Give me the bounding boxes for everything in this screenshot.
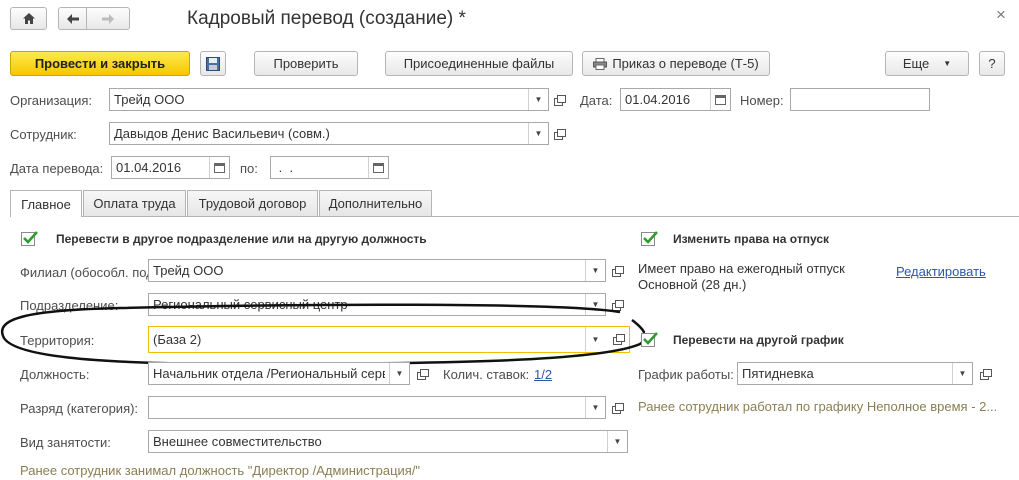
check-button[interactable]: Проверить	[254, 51, 358, 76]
print-order-label: Приказ о переводе (Т-5)	[612, 56, 759, 71]
organization-label: Организация:	[10, 93, 93, 108]
tab-panel-border	[10, 216, 1019, 217]
calendar-button[interactable]	[368, 157, 388, 178]
attached-files-button[interactable]: Присоединенные файлы	[385, 51, 573, 76]
schedule-field[interactable]: Пятидневка ▼	[737, 362, 973, 385]
vacation-checkbox-label[interactable]: Изменить права на отпуск	[673, 231, 829, 247]
organization-value: Трейд ООО	[114, 92, 185, 107]
employment-type-label: Вид занятости:	[20, 435, 111, 450]
schedule-checkbox-label[interactable]: Перевести на другой график	[673, 332, 844, 348]
dropdown-arrow-icon[interactable]: ▼	[585, 397, 605, 418]
tab-employment-contract[interactable]: Трудовой договор	[187, 190, 318, 216]
number-field[interactable]	[790, 88, 930, 111]
floppy-disk-icon	[206, 56, 220, 71]
schedule-value: Пятидневка	[742, 366, 814, 381]
more-label: Еще	[902, 56, 930, 71]
post-and-close-button[interactable]: Провести и закрыть	[10, 51, 190, 76]
back-button[interactable]	[58, 7, 87, 30]
schedule-label: График работы:	[638, 367, 734, 382]
dropdown-arrow-icon[interactable]: ▼	[528, 89, 548, 110]
close-icon[interactable]: ×	[996, 5, 1006, 25]
employee-label: Сотрудник:	[10, 127, 77, 142]
transfer-date-value: 01.04.2016	[116, 160, 182, 175]
grade-field[interactable]: ▼	[148, 396, 606, 419]
rate-link[interactable]: 1/2	[534, 367, 552, 382]
open-icon	[553, 95, 566, 106]
calendar-button[interactable]	[710, 89, 730, 110]
save-button[interactable]	[200, 51, 226, 76]
home-icon	[22, 13, 35, 24]
open-icon	[416, 369, 429, 380]
help-button[interactable]: ?	[979, 51, 1005, 76]
calendar-icon	[214, 162, 225, 173]
checkmark-icon	[643, 332, 658, 345]
vacation-right-text: Имеет право на ежегодный отпуск	[638, 261, 845, 276]
employee-open-button[interactable]	[550, 123, 568, 144]
open-icon	[611, 403, 624, 414]
previous-schedule-note: Ранее сотрудник работал по графику Непол…	[638, 399, 998, 414]
to-date-value: . .	[275, 160, 294, 175]
tab-main[interactable]: Главное	[10, 190, 82, 217]
transfer-checkbox-label[interactable]: Перевести в другое подразделение или на …	[56, 231, 427, 247]
position-value: Начальник отдела /Региональный серв	[153, 366, 385, 381]
forward-button[interactable]	[86, 7, 130, 30]
print-order-button[interactable]: Приказ о переводе (Т-5)	[582, 51, 770, 76]
grade-label: Разряд (категория):	[20, 401, 139, 416]
dropdown-arrow-icon[interactable]: ▼	[607, 431, 627, 452]
vacation-checkbox[interactable]	[641, 231, 658, 246]
checkmark-icon	[643, 231, 658, 244]
tab-additional[interactable]: Дополнительно	[319, 190, 432, 216]
window-title: Кадровый перевод (создание) *	[187, 8, 466, 29]
transfer-date-label: Дата перевода:	[10, 161, 104, 176]
previous-position-note: Ранее сотрудник занимал должность "Дирек…	[20, 463, 421, 478]
printer-icon	[593, 57, 608, 70]
branch-value: Трейд ООО	[153, 263, 224, 278]
arrow-left-icon	[66, 13, 79, 24]
branch-field[interactable]: Трейд ООО ▼	[148, 259, 606, 282]
more-button[interactable]: Еще ▼	[885, 51, 969, 76]
tab-payment[interactable]: Оплата труда	[83, 190, 186, 216]
employee-value: Давыдов Денис Васильевич (совм.)	[114, 126, 330, 141]
calendar-icon	[715, 94, 726, 105]
transfer-date-field[interactable]: 01.04.2016	[111, 156, 230, 179]
rate-label: Колич. ставок:	[443, 367, 530, 382]
branch-open-button[interactable]	[608, 260, 626, 281]
arrow-right-icon	[102, 13, 114, 24]
dropdown-arrow-icon[interactable]: ▼	[585, 260, 605, 281]
schedule-open-button[interactable]	[976, 363, 994, 384]
to-date-field[interactable]: . .	[270, 156, 389, 179]
open-icon	[553, 129, 566, 140]
dropdown-arrow-icon[interactable]: ▼	[528, 123, 548, 144]
date-value: 01.04.2016	[625, 92, 691, 107]
employment-type-field[interactable]: Внешнее совместительство ▼	[148, 430, 628, 453]
open-icon	[979, 369, 992, 380]
date-field[interactable]: 01.04.2016	[620, 88, 731, 111]
position-open-button[interactable]	[413, 363, 431, 384]
number-label: Номер:	[740, 93, 784, 108]
vacation-basic-text: Основной (28 дн.)	[638, 277, 747, 292]
calendar-button[interactable]	[209, 157, 229, 178]
position-field[interactable]: Начальник отдела /Региональный серв ▼	[148, 362, 410, 385]
home-button[interactable]	[10, 7, 47, 30]
edit-vacation-link[interactable]: Редактировать	[896, 264, 986, 279]
grade-open-button[interactable]	[608, 397, 626, 418]
schedule-checkbox[interactable]	[641, 332, 658, 347]
transfer-checkbox[interactable]	[21, 231, 38, 246]
dropdown-arrow-icon[interactable]: ▼	[952, 363, 972, 384]
checkmark-icon	[23, 231, 38, 244]
calendar-icon	[373, 162, 384, 173]
organization-open-button[interactable]	[550, 89, 568, 110]
chevron-down-icon: ▼	[943, 59, 952, 68]
employment-type-value: Внешнее совместительство	[153, 434, 322, 449]
position-label: Должность:	[20, 367, 90, 382]
to-label: по:	[240, 161, 258, 176]
employee-field[interactable]: Давыдов Денис Васильевич (совм.) ▼	[109, 122, 549, 145]
dropdown-arrow-icon[interactable]: ▼	[389, 363, 409, 384]
date-label: Дата:	[580, 93, 613, 108]
open-icon	[611, 266, 624, 277]
organization-field[interactable]: Трейд ООО ▼	[109, 88, 549, 111]
